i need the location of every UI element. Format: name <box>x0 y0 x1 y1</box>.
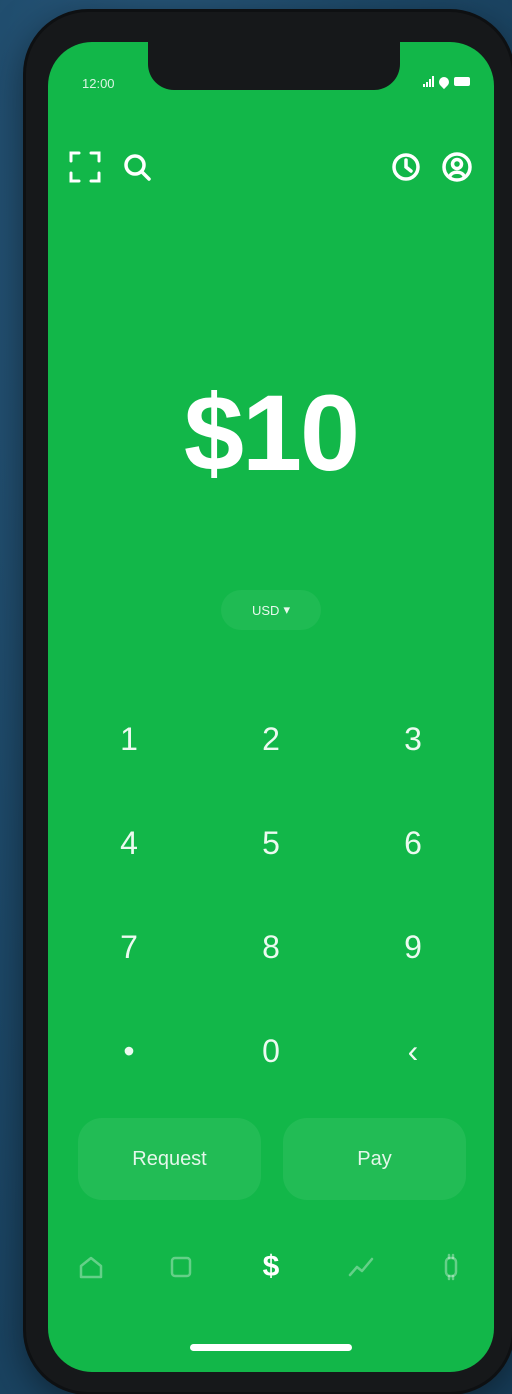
notch <box>148 42 400 90</box>
battery-icon <box>454 77 470 86</box>
home-indicator <box>190 1344 352 1351</box>
search-icon[interactable] <box>122 152 152 182</box>
status-icons <box>423 74 470 89</box>
key-9[interactable]: 9 <box>342 895 484 999</box>
tab-bitcoin[interactable] <box>426 1242 476 1292</box>
key-5[interactable]: 5 <box>200 791 342 895</box>
tab-bar: $ <box>66 1242 476 1292</box>
card-icon <box>170 1256 192 1278</box>
investing-icon <box>348 1257 374 1277</box>
key-6[interactable]: 6 <box>342 791 484 895</box>
currency-label: USD <box>252 602 280 618</box>
key-backspace[interactable]: ‹ <box>342 999 484 1103</box>
wifi-icon <box>436 74 452 89</box>
key-1[interactable]: 1 <box>58 687 200 791</box>
tab-card[interactable] <box>156 1242 206 1292</box>
app-screen: 12:00 $10 USD ▾ 1 2 3 4 5 6 7 8 9 • 0 ‹ … <box>48 42 494 1372</box>
home-icon <box>79 1256 103 1279</box>
chevron-down-icon: ▾ <box>283 602 290 617</box>
key-7[interactable]: 7 <box>58 895 200 999</box>
top-right-toolbar <box>390 150 474 184</box>
keypad: 1 2 3 4 5 6 7 8 9 • 0 ‹ <box>58 687 484 1103</box>
tab-home[interactable] <box>66 1242 116 1292</box>
key-8[interactable]: 8 <box>200 895 342 999</box>
activity-clock-icon[interactable] <box>390 151 422 183</box>
tab-investing[interactable] <box>336 1242 386 1292</box>
profile-icon[interactable] <box>440 150 474 184</box>
key-3[interactable]: 3 <box>342 687 484 791</box>
status-time: 12:00 <box>82 76 115 91</box>
dollar-icon: $ <box>262 1250 280 1283</box>
amount-display: $10 <box>183 372 360 493</box>
currency-selector[interactable]: USD ▾ <box>221 590 321 630</box>
signal-icon <box>423 76 434 87</box>
request-button[interactable]: Request <box>78 1118 261 1200</box>
key-2[interactable]: 2 <box>200 687 342 791</box>
pay-button[interactable]: Pay <box>283 1118 466 1200</box>
key-4[interactable]: 4 <box>58 791 200 895</box>
scan-icon[interactable] <box>68 150 102 184</box>
key-0[interactable]: 0 <box>200 999 342 1103</box>
tab-dollar[interactable]: $ <box>246 1242 296 1292</box>
top-left-toolbar <box>68 150 152 184</box>
bitcoin-icon <box>444 1253 458 1281</box>
key-decimal[interactable]: • <box>58 999 200 1103</box>
action-buttons: Request Pay <box>78 1118 466 1200</box>
